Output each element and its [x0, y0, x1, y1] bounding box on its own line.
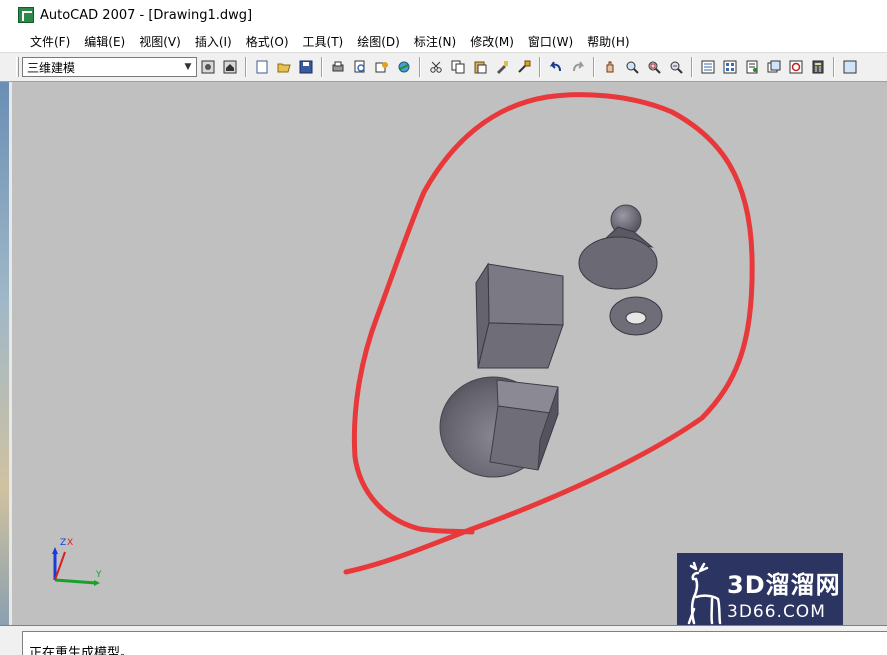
pan-icon[interactable] [600, 57, 620, 77]
toolbar-separator [593, 57, 595, 77]
desktop-strip [0, 82, 9, 625]
watermark-title: 3D溜溜网 [727, 571, 841, 599]
copy-icon[interactable] [448, 57, 468, 77]
watermark-subtitle: 3D66.COM [727, 602, 826, 622]
standard-toolbar: 三维建模 ▼ [0, 52, 887, 82]
match-properties-icon[interactable] [492, 57, 512, 77]
command-window: 正在重生成模型。 [0, 625, 887, 655]
toolbar-separator [321, 57, 323, 77]
menu-modify[interactable]: 修改(M) [470, 33, 514, 50]
more-icon[interactable] [840, 57, 860, 77]
menu-format[interactable]: 格式(O) [246, 33, 289, 50]
torus-solid[interactable] [609, 296, 663, 336]
calculator-icon[interactable] [808, 57, 828, 77]
toolbar-separator [691, 57, 693, 77]
new-icon[interactable] [252, 57, 272, 77]
menu-view[interactable]: 视图(V) [139, 33, 181, 50]
tool-palettes-icon[interactable] [742, 57, 762, 77]
autocad-window: AutoCAD 2007 - [Drawing1.dwg] 文件(F) 编辑(E… [0, 0, 887, 655]
toolbar-separator [833, 57, 835, 77]
ucs-y-label: Y [95, 570, 102, 580]
publish-icon[interactable] [372, 57, 392, 77]
cut-icon[interactable] [426, 57, 446, 77]
menu-help[interactable]: 帮助(H) [587, 33, 629, 50]
zoom-realtime-icon[interactable] [622, 57, 642, 77]
menu-file[interactable]: 文件(F) [30, 33, 70, 50]
workspace-settings-icon[interactable] [198, 57, 218, 77]
menu-bar: 文件(F) 编辑(E) 视图(V) 插入(I) 格式(O) 工具(T) 绘图(D… [0, 30, 887, 52]
toolbar-separator [419, 57, 421, 77]
sheet-set-icon[interactable] [764, 57, 784, 77]
plot-preview-icon[interactable] [350, 57, 370, 77]
block-editor-icon[interactable] [514, 57, 534, 77]
zoom-previous-icon[interactable] [666, 57, 686, 77]
toolbar-grip[interactable] [16, 57, 19, 77]
ucs-x-label: X [67, 538, 73, 548]
workspace-select-value: 三维建模 [27, 60, 76, 75]
toolbar-separator [539, 57, 541, 77]
command-line-text: 正在重生成模型。 [29, 646, 134, 655]
menu-dimension[interactable]: 标注(N) [414, 33, 456, 50]
title-bar: AutoCAD 2007 - [Drawing1.dwg] [0, 0, 887, 30]
markup-icon[interactable] [786, 57, 806, 77]
box-large-solid[interactable] [475, 262, 564, 369]
paste-icon[interactable] [470, 57, 490, 77]
workspace-select[interactable]: 三维建模 ▼ [22, 57, 197, 77]
properties-icon[interactable] [698, 57, 718, 77]
autocad-app-icon[interactable] [18, 7, 34, 23]
toolbar-separator [245, 57, 247, 77]
box-small-solid[interactable] [489, 379, 559, 471]
drawing-canvas[interactable]: Z X Y [12, 82, 887, 625]
cone-solid[interactable] [578, 226, 658, 290]
chevron-down-icon[interactable]: ▼ [180, 58, 196, 76]
menu-insert[interactable]: 插入(I) [195, 33, 232, 50]
model-space[interactable]: Z X Y [12, 82, 887, 625]
design-center-icon[interactable] [720, 57, 740, 77]
ucs-icon: Z X Y [52, 538, 102, 586]
menu-draw[interactable]: 绘图(D) [357, 33, 400, 50]
save-icon[interactable] [296, 57, 316, 77]
plot-icon[interactable] [328, 57, 348, 77]
workspace-home-icon[interactable] [220, 57, 240, 77]
menu-window[interactable]: 窗口(W) [528, 33, 573, 50]
3d-dwf-icon[interactable] [394, 57, 414, 77]
redo-icon[interactable] [568, 57, 588, 77]
undo-icon[interactable] [546, 57, 566, 77]
window-title: AutoCAD 2007 - [Drawing1.dwg] [40, 7, 253, 23]
open-icon[interactable] [274, 57, 294, 77]
command-history[interactable]: 正在重生成模型。 [22, 631, 887, 655]
menu-tools[interactable]: 工具(T) [303, 33, 344, 50]
zoom-window-icon[interactable] [644, 57, 664, 77]
deer-logo-icon [687, 561, 722, 625]
menu-edit[interactable]: 编辑(E) [84, 33, 125, 50]
ucs-z-label: Z [60, 538, 66, 548]
